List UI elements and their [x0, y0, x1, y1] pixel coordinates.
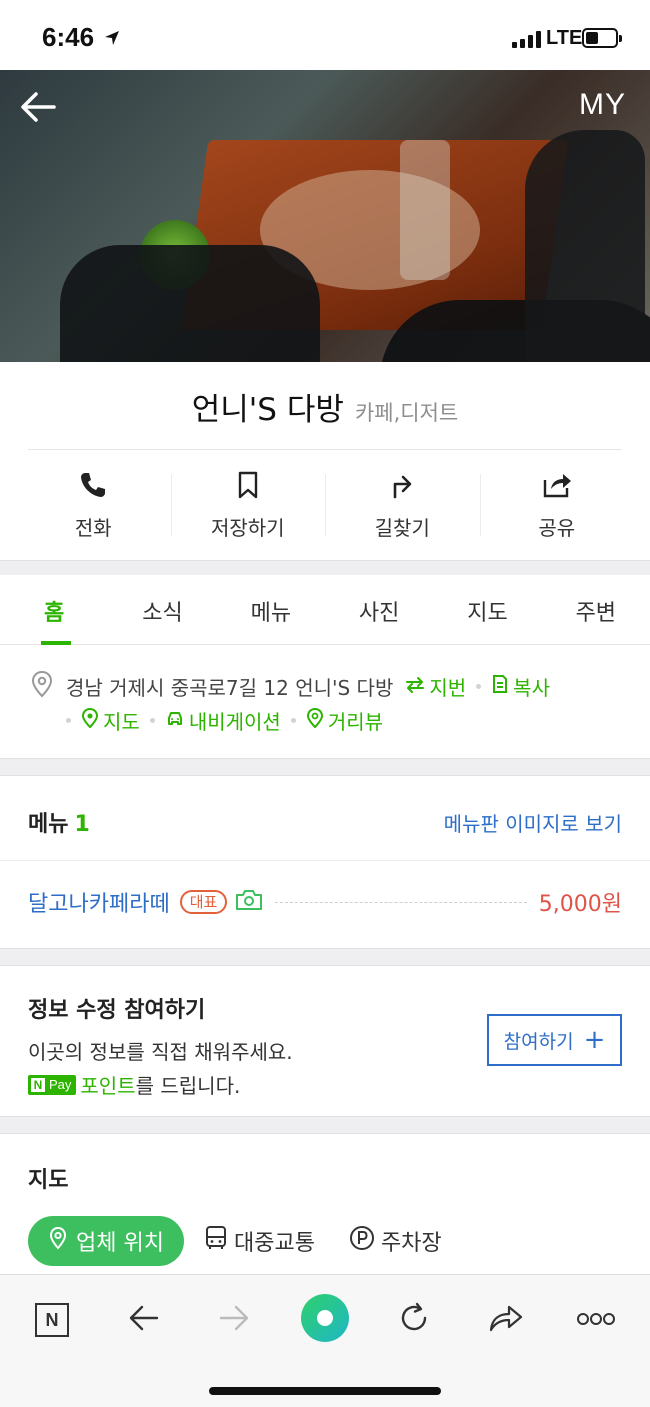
tab-news[interactable]: 소식 [108, 575, 216, 644]
menu-item-price: 5,000원 [538, 892, 622, 917]
signature-badge: 대표 [179, 890, 228, 914]
info-edit-section: 정보 수정 참여하기 이곳의 정보를 직접 채워주세요. N Pay 포인트 를 드… [0, 966, 650, 1116]
directions-button[interactable]: 길찾기 [325, 462, 480, 552]
menu-section: 메뉴 1 메뉴판 이미지로 보기 달고나카페라떼 대표 5,000원 [0, 776, 650, 948]
menu-item[interactable]: 달고나카페라떼 대표 5,000원 [28, 886, 622, 918]
battery-icon [582, 28, 622, 48]
divider [28, 449, 622, 450]
copy-icon [491, 674, 509, 699]
menu-count: 1 [74, 812, 90, 837]
arrow-left-icon [128, 1304, 160, 1336]
back-arrow-icon[interactable] [18, 90, 58, 128]
address-section: 경남 거제시 중곡로7길 12 언니'S 다방 지번 복사 지도 내비게이션 거… [0, 646, 650, 758]
save-button[interactable]: 저장하기 [170, 462, 326, 552]
status-time: 6:46 [42, 22, 95, 52]
bookmark-icon [233, 470, 263, 504]
parking-chip[interactable]: 주차장 [349, 1225, 442, 1257]
section-gap [0, 560, 650, 576]
info-edit-desc: 이곳의 정보를 직접 채워주세요. [28, 1040, 293, 1064]
jibun-toggle[interactable]: 지번 [405, 672, 466, 701]
camera-icon [235, 889, 263, 915]
my-button[interactable]: MY [579, 88, 626, 122]
directions-icon [387, 470, 417, 504]
parking-icon [349, 1225, 375, 1257]
action-bar: 전화 저장하기 길찾기 공유 [16, 462, 634, 552]
call-button[interactable]: 전화 [16, 462, 171, 552]
menu-item-name: 달고나카페라떼 [28, 892, 170, 917]
section-gap [0, 948, 650, 966]
street-view-link[interactable]: 거리뷰 [306, 706, 383, 735]
place-category: 카페,디저트 [354, 401, 459, 425]
network-label: LTE [546, 27, 583, 49]
section-gap [0, 758, 650, 776]
phone-icon [78, 470, 108, 504]
place-hero-image[interactable]: MY [0, 70, 650, 362]
green-dot-icon [300, 1293, 350, 1347]
location-arrow-icon [104, 30, 120, 50]
place-header: 언니'S 다방 카페,디저트 전화 저장하기 길찾기 공유 [0, 362, 650, 560]
refresh-icon [397, 1301, 431, 1339]
save-label: 저장하기 [210, 516, 285, 540]
menu-title: 메뉴 [28, 812, 69, 837]
naver-home-button[interactable]: N [22, 1295, 82, 1345]
tab-bar: 홈 소식 메뉴 사진 지도 주변 [0, 575, 650, 645]
map-title: 지도 [28, 1168, 69, 1193]
pin-icon [306, 707, 324, 733]
points-text: 포인트 [80, 1074, 136, 1098]
signal-icon [512, 30, 541, 48]
tab-home[interactable]: 홈 [0, 575, 108, 645]
home-indicator [209, 1387, 441, 1395]
naver-logo-icon: N [35, 1303, 69, 1337]
refresh-button[interactable] [384, 1295, 444, 1345]
share-icon [541, 470, 573, 504]
swap-icon [405, 675, 425, 699]
share-button[interactable]: 공유 [479, 462, 635, 552]
join-button[interactable]: 참여하기 + [487, 1014, 622, 1066]
place-name: 언니'S 다방 [191, 392, 344, 428]
share-label: 공유 [538, 516, 576, 540]
pin-icon [81, 707, 99, 733]
green-dot-button[interactable] [295, 1293, 355, 1347]
call-label: 전화 [74, 516, 112, 540]
more-button[interactable] [566, 1295, 626, 1345]
arrow-right-icon [218, 1304, 250, 1336]
section-gap [0, 1116, 650, 1134]
tab-menu[interactable]: 메뉴 [217, 575, 325, 644]
map-section: 지도 업체 위치 대중교통 주차장 [0, 1134, 650, 1274]
back-button[interactable] [114, 1295, 174, 1345]
location-pin-icon [30, 670, 54, 703]
plus-icon: + [583, 1025, 606, 1055]
tab-photos[interactable]: 사진 [325, 575, 433, 644]
info-edit-title: 정보 수정 참여하기 [28, 998, 206, 1023]
bus-icon [204, 1225, 228, 1257]
map-link[interactable]: 지도 [81, 706, 140, 735]
navigation-link[interactable]: 내비게이션 [165, 706, 281, 735]
tab-nearby[interactable]: 주변 [542, 575, 650, 644]
business-location-chip[interactable]: 업체 위치 [28, 1216, 184, 1266]
share-page-button[interactable] [476, 1295, 536, 1345]
car-icon [165, 708, 185, 733]
npay-logo: N Pay [28, 1074, 77, 1095]
more-dots-icon [576, 1311, 616, 1330]
tab-map[interactable]: 지도 [433, 575, 541, 644]
address-text: 경남 거제시 중곡로7길 12 언니'S 다방 [66, 676, 394, 700]
menu-image-link[interactable]: 메뉴판 이미지로 보기 [444, 808, 622, 837]
directions-label: 길찾기 [374, 516, 430, 540]
transit-chip[interactable]: 대중교통 [204, 1225, 315, 1257]
status-bar: 6:46 LTE [0, 0, 650, 70]
copy-address-button[interactable]: 복사 [491, 672, 550, 701]
divider [0, 860, 650, 861]
forward-button[interactable] [204, 1295, 264, 1345]
share-arrow-icon [488, 1303, 524, 1337]
pin-icon [48, 1226, 68, 1256]
